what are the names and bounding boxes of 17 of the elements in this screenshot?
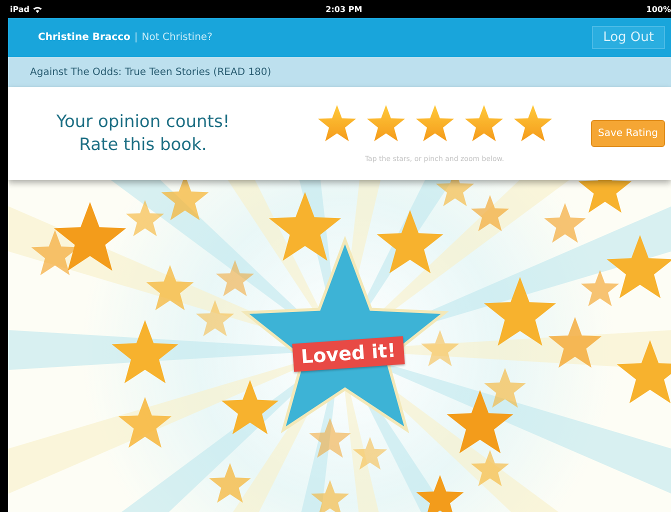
save-rating-button[interactable]: Save Rating [591,120,665,147]
book-title: Against The Odds: True Teen Stories (READ 180) [8,57,671,87]
switch-user-link[interactable]: Not Christine? [142,32,212,43]
status-time: 2:03 PM [326,4,362,14]
prompt-text: Rate this book. [78,134,208,156]
battery-percent: 100% [646,4,671,14]
prompt-text: Your opinion counts! [55,110,231,134]
star-icon[interactable] [512,104,553,142]
star-icon[interactable] [464,104,504,142]
star-icon[interactable] [316,104,357,142]
wifi-icon [32,6,42,12]
star-icon[interactable] [414,104,455,142]
device-name: iPad [10,4,30,14]
separator: | [134,32,138,43]
star-icon[interactable] [366,104,406,142]
logout-button[interactable]: Log Out [592,26,665,49]
user-name: Christine Bracco [38,32,130,43]
